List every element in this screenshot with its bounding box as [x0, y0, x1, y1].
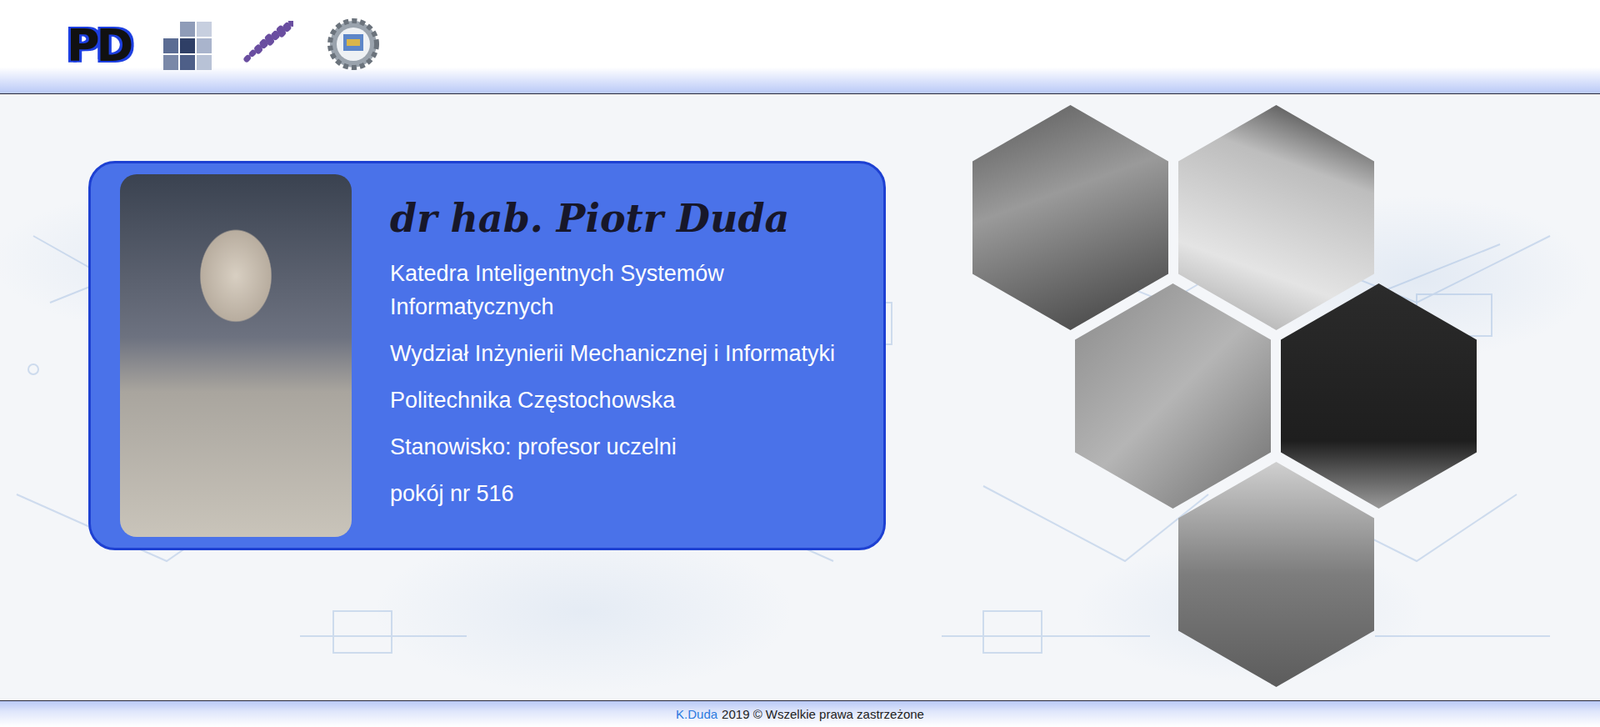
header: PD: [0, 0, 1600, 95]
logo-link[interactable]: [163, 18, 212, 74]
profile-card: dr hab. Piotr Duda Katedra Inteligentnych…: [88, 160, 886, 550]
hex-photo: [1178, 461, 1375, 687]
logo-link[interactable]: [240, 18, 294, 74]
info-line: Katedra Inteligentnych Systemów Informat…: [390, 256, 840, 324]
grid-logo-icon: [163, 21, 212, 70]
footer: K.Duda2019 © Wszelkie prawa zastrzeżone: [0, 700, 1600, 727]
university-emblem-icon: [321, 15, 385, 76]
logo-link[interactable]: PD: [61, 18, 135, 74]
profile-photo: [120, 174, 352, 537]
person-name: dr hab. Piotr Duda: [390, 195, 840, 242]
hex-photo: [1178, 105, 1375, 330]
info-line: Stanowisko: profesor uczelni: [390, 430, 840, 464]
info-line: Politechnika Częstochowska: [390, 383, 840, 417]
hex-row: [1178, 461, 1477, 687]
copyright-text: 2019 © Wszelkie prawa zastrzeżone: [721, 706, 925, 721]
profile-info: dr hab. Piotr Duda Katedra Inteligentnych…: [390, 174, 840, 537]
logo-link[interactable]: [321, 18, 385, 74]
chain-logo-icon: [240, 20, 294, 71]
pd-logo: PD: [61, 23, 135, 69]
hex-photo: [1075, 283, 1271, 509]
photo-honeycomb: [972, 105, 1477, 687]
main-area: dr hab. Piotr Duda Katedra Inteligentnych…: [0, 94, 1600, 700]
info-line: Wydział Inżynierii Mechanicznej i Inform…: [390, 336, 840, 370]
hex-photo: [1280, 283, 1477, 509]
info-line: pokój nr 516: [390, 476, 840, 510]
author-link[interactable]: K.Duda: [675, 706, 718, 721]
hex-photo: [972, 105, 1169, 330]
